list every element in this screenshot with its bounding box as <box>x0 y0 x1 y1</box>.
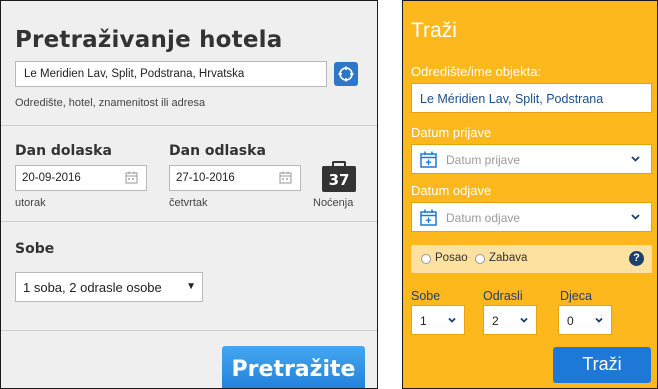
rooms-label: Sobe <box>411 289 441 303</box>
divider <box>1 125 377 126</box>
checkout-date-input[interactable]: 27-10-2016 <box>169 165 301 191</box>
trip-business-label: Posao <box>435 252 468 264</box>
checkin-label: Dan dolaska <box>15 143 112 159</box>
calendar-icon <box>420 151 437 168</box>
checkout-weekday: četvrtak <box>169 197 208 209</box>
calendar-icon <box>279 171 292 184</box>
chevron-down-icon <box>520 317 528 323</box>
nights-label: Noćenja <box>313 197 354 209</box>
radio-leisure[interactable] <box>475 254 485 264</box>
destination-label: Odredište/ime objekta: <box>411 64 542 79</box>
checkout-placeholder: Datum odjave <box>446 211 521 225</box>
calendar-icon <box>125 171 138 184</box>
search-button[interactable]: Pretražite <box>222 346 365 388</box>
rooms-select[interactable]: 1 soba, 2 odrasle osobe ▼ <box>15 272 203 302</box>
checkout-label: Datum odjave <box>411 183 492 198</box>
trip-leisure-label: Zabava <box>489 252 528 264</box>
checkin-date-input[interactable]: Datum prijave <box>411 144 652 174</box>
hotel-search-panel: Pretraživanje hotela Le Meridien Lav, Sp… <box>0 0 378 389</box>
divider <box>1 330 377 331</box>
page: Pretraživanje hotela Le Meridien Lav, Sp… <box>0 0 658 389</box>
adults-label: Odrasli <box>483 289 523 303</box>
checkout-date-value: 27-10-2016 <box>176 172 235 184</box>
divider <box>1 221 377 222</box>
checkin-weekday: utorak <box>15 197 46 209</box>
children-label: Djeca <box>560 289 592 303</box>
nights-count: 37 <box>322 166 356 192</box>
adults-value: 2 <box>492 314 499 328</box>
chevron-down-icon <box>595 317 603 323</box>
checkout-date-input[interactable]: Datum odjave <box>411 202 652 232</box>
chevron-down-icon <box>631 156 640 162</box>
panel-title: Traži <box>411 19 457 42</box>
destination-input[interactable]: Le Méridien Lav, Split, Podstrana <box>411 83 652 113</box>
checkin-label: Datum prijave <box>411 125 492 140</box>
help-icon[interactable]: ? <box>629 251 644 266</box>
calendar-icon <box>420 209 437 226</box>
panel-title: Pretraživanje hotela <box>15 27 283 53</box>
radio-business[interactable] <box>421 254 431 264</box>
checkin-placeholder: Datum prijave <box>446 153 521 167</box>
children-select[interactable]: 0 <box>558 305 612 335</box>
chevron-down-icon <box>631 214 640 220</box>
compass-icon <box>338 66 354 82</box>
destination-input[interactable]: Le Meridien Lav, Split, Podstrana, Hrvat… <box>15 61 327 87</box>
rooms-select[interactable]: 1 <box>411 305 465 335</box>
checkin-date-value: 20-09-2016 <box>22 172 81 184</box>
checkout-label: Dan odlaska <box>169 143 266 159</box>
quick-search-panel: Traži Odredište/ime objekta: Le Méridien… <box>402 0 658 389</box>
search-button[interactable]: Traži <box>553 347 651 383</box>
rooms-label: Sobe <box>15 241 55 257</box>
locate-button[interactable] <box>334 62 358 86</box>
rooms-value: 1 <box>420 314 427 328</box>
adults-select[interactable]: 2 <box>483 305 537 335</box>
destination-hint: Odredište, hotel, znamenitost ili adresa <box>15 97 206 109</box>
rooms-value: 1 soba, 2 odrasle osobe <box>23 280 162 295</box>
trip-type-bar: Posao Zabava ? <box>411 245 652 273</box>
chevron-down-icon <box>448 317 456 323</box>
children-value: 0 <box>567 314 574 328</box>
checkin-date-input[interactable]: 20-09-2016 <box>15 165 147 191</box>
dropdown-arrow-icon: ▼ <box>186 281 196 292</box>
